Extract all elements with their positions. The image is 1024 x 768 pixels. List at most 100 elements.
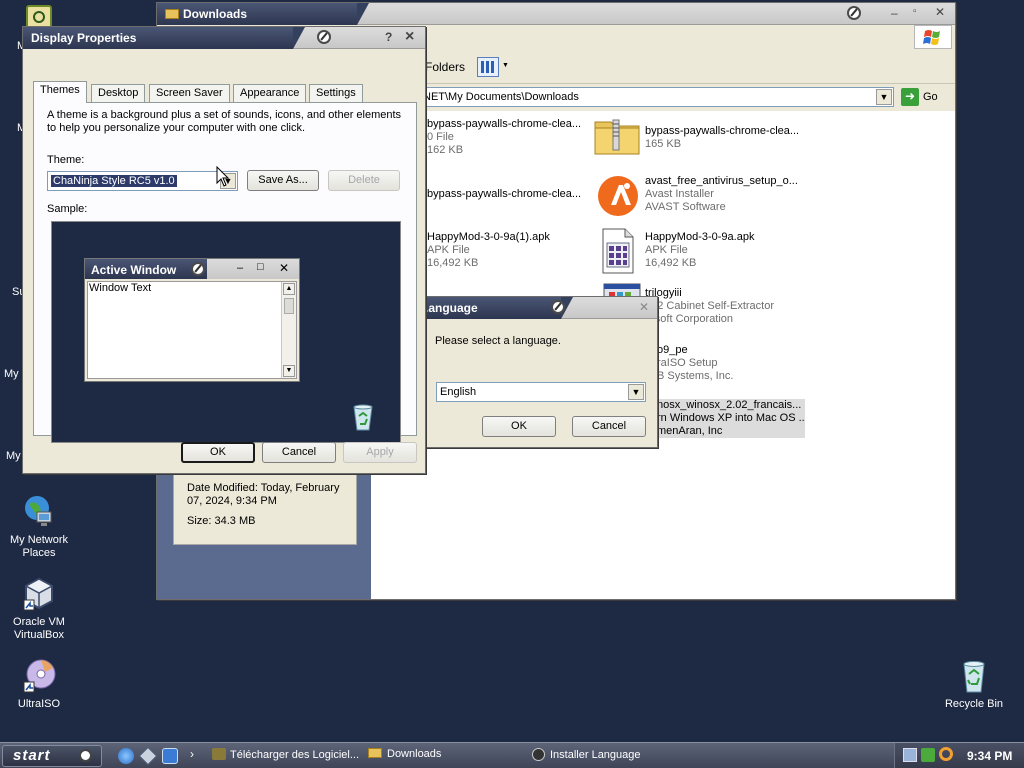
recycle-bin-icon <box>956 658 992 694</box>
folders-button[interactable]: Folders <box>425 60 465 74</box>
maximize-icon[interactable]: ▫ <box>913 6 917 17</box>
window-menu-icon[interactable] <box>847 6 861 20</box>
display-titlebar[interactable]: Display Properties ? × <box>23 27 425 49</box>
desktop-icon-label: Recycle Bin <box>944 698 1004 710</box>
desktop-icon-recycle-bin[interactable]: Recycle Bin <box>936 658 1012 711</box>
file-item[interactable]: bypass-paywalls-chrome-clea... 165 KB <box>645 125 807 151</box>
start-orb-icon <box>79 749 92 762</box>
virtualbox-icon[interactable] <box>138 746 158 766</box>
file-size: rosoft Corporation <box>645 313 734 325</box>
downloads-titlebar[interactable]: Downloads – ▫ ✕ <box>157 3 955 25</box>
details-date-line: 07, 2024, 9:34 PM <box>187 495 277 507</box>
file-item[interactable]: o9_pe raISO Setup B Systems, Inc. <box>657 344 817 383</box>
help-icon[interactable]: ? <box>385 30 392 44</box>
file-type: APK File <box>427 244 470 256</box>
language-select[interactable]: English ▼ <box>436 382 646 402</box>
display-title-tab: Display Properties <box>23 27 305 49</box>
windows-logo-icon <box>914 25 952 49</box>
minimize-icon[interactable]: – <box>891 6 898 20</box>
chevron-down-icon[interactable]: ▼ <box>628 384 644 400</box>
details-size: Size: 34.3 MB <box>187 515 256 527</box>
sample-text-area: Window Text ▲ ▼ <box>87 281 297 379</box>
language-titlebar[interactable]: .anguage ✕ <box>421 297 657 319</box>
close-icon[interactable]: × <box>405 28 414 46</box>
views-button[interactable]: ▼ <box>475 55 509 81</box>
file-item[interactable]: bypass-paywalls-chrome-clea... <box>427 188 589 201</box>
close-icon[interactable]: ✕ <box>639 300 649 314</box>
minimize-icon: – <box>237 262 244 274</box>
save-as-button[interactable]: Save As... <box>247 170 319 191</box>
cancel-button[interactable]: Cancel <box>572 416 646 437</box>
taskbar: start › Télécharger des Logiciel... Down… <box>0 742 1024 768</box>
language-dialog[interactable]: .anguage ✕ Please select a language. Eng… <box>420 296 658 448</box>
cancel-button[interactable]: Cancel <box>262 442 336 463</box>
file-size: 16,492 KB <box>427 257 479 269</box>
taskbar-item-downloads[interactable]: Downloads <box>368 748 441 760</box>
tab-desktop[interactable]: Desktop <box>91 84 146 102</box>
chevron-down-icon[interactable]: ▼ <box>876 89 892 105</box>
network-icon[interactable] <box>903 748 917 762</box>
file-item[interactable]: trilogyiii n32 Cabinet Self-Extractor ro… <box>645 287 825 326</box>
language-title-tab: .anguage <box>421 297 573 319</box>
desktop-icon-network-places[interactable]: My Network Places <box>1 494 77 560</box>
display-properties-dialog[interactable]: Display Properties ? × Themes Desktop Sc… <box>22 26 426 474</box>
close-icon[interactable]: ✕ <box>935 5 945 19</box>
file-name: o9_pe <box>657 344 688 356</box>
file-item[interactable]: HappyMod-3-0-9a(1).apk APK File 16,492 K… <box>427 231 589 270</box>
chevron-right-icon[interactable]: › <box>190 747 194 761</box>
tab-screen-saver[interactable]: Screen Saver <box>149 84 230 102</box>
tab-themes[interactable]: Themes <box>33 81 87 103</box>
clock[interactable]: 9:34 PM <box>967 749 1012 763</box>
file-item-selected[interactable]: nosx_winosx_2.02_francais... rn Windows … <box>657 399 805 438</box>
theme-select[interactable]: ChaNinja Style RC5 v1.0 ▼ <box>47 171 238 191</box>
file-item[interactable]: bypass-paywalls-chrome-clea... 0 File 16… <box>427 118 589 157</box>
desktop-icon-label: Places <box>22 547 56 559</box>
taskbar-item-telecharger[interactable]: Télécharger des Logiciel... <box>200 748 359 761</box>
downloads-title-tab: Downloads <box>157 3 369 25</box>
address-bar[interactable]: NET\My Documents\Downloads ▼ <box>419 87 894 107</box>
security-icon[interactable] <box>921 748 935 762</box>
folder-icon <box>165 9 179 19</box>
sample-window-text: Window Text <box>89 282 152 294</box>
desktop-icon-ultraiso[interactable]: UltraISO <box>1 658 77 711</box>
dialog-title: Display Properties <box>31 31 137 45</box>
avast-icon[interactable] <box>597 175 639 217</box>
file-size: B Systems, Inc. <box>657 370 734 382</box>
file-type: Avast Installer <box>645 188 714 200</box>
window-menu-icon[interactable] <box>317 30 331 44</box>
theme-description-line: A theme is a background plus a set of so… <box>47 109 402 121</box>
ok-button[interactable]: OK <box>181 442 255 463</box>
file-item[interactable]: HappyMod-3-0-9a.apk APK File 16,492 KB <box>645 231 807 270</box>
app-icon <box>212 748 226 760</box>
window-menu-icon[interactable] <box>551 300 565 314</box>
browser-icon[interactable] <box>118 748 134 764</box>
search-icon[interactable] <box>939 747 953 761</box>
zip-folder-icon[interactable] <box>593 116 641 156</box>
file-item[interactable]: avast_free_antivirus_setup_o... Avast In… <box>645 175 820 214</box>
sample-title: Active Window <box>85 259 207 279</box>
views-icon <box>477 57 499 77</box>
system-tray: 9:34 PM <box>894 743 1024 768</box>
quick-launch-icon[interactable] <box>162 748 178 764</box>
file-type: APK File <box>645 244 688 256</box>
go-button[interactable]: Go <box>923 91 938 103</box>
ok-button[interactable]: OK <box>482 416 556 437</box>
desktop-icon-label: My Network <box>9 534 69 546</box>
apply-button[interactable]: Apply <box>343 442 417 463</box>
tab-appearance[interactable]: Appearance <box>233 84 307 102</box>
sample-scrollbar: ▲ ▼ <box>281 282 296 378</box>
language-value: English <box>440 386 477 398</box>
desktop-icon-label: UltraISO <box>17 698 61 710</box>
theme-sample-preview: Active Window – □ ✕ Window Text ▲ ▼ <box>51 221 401 443</box>
file-name: trilogyiii <box>645 287 682 299</box>
tab-settings[interactable]: Settings <box>309 84 363 102</box>
file-name: nosx_winosx_2.02_francais... <box>657 399 802 411</box>
go-arrow-icon[interactable]: ➜ <box>901 88 919 106</box>
desktop-icon-label: Oracle VM <box>13 616 65 628</box>
start-button[interactable]: start <box>2 745 102 767</box>
desktop-icon-virtualbox[interactable]: Oracle VM VirtualBox <box>1 576 77 642</box>
apk-file-icon[interactable] <box>599 227 637 275</box>
delete-button[interactable]: Delete <box>328 170 400 191</box>
taskbar-item-installer[interactable]: Installer Language <box>532 748 641 761</box>
details-panel: Date Modified: Today, February 07, 2024,… <box>173 471 357 545</box>
